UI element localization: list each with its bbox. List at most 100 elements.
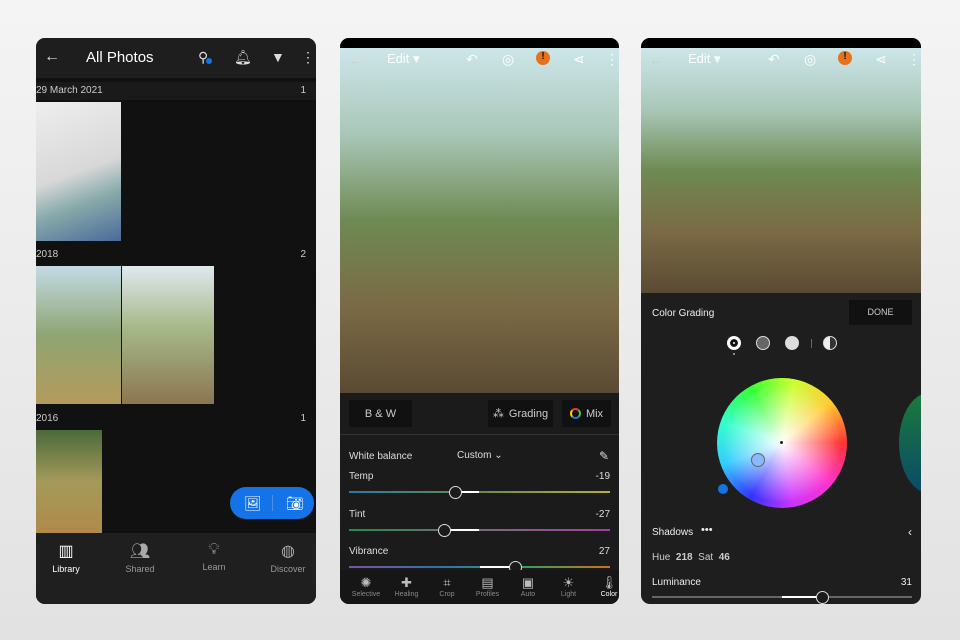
date-group-header: 29 March 2021 1 — [36, 82, 316, 100]
color-mix-icon — [569, 408, 581, 419]
color-swatch[interactable] — [718, 484, 728, 494]
edit-screen: ← Edit ▾ ↶ ◎ ! ⋖ ⋮ B & W ⁂ Grading Mix Wh… — [340, 38, 619, 604]
bell-icon[interactable]: 🔔︎ — [234, 50, 252, 64]
profiles-icon: ▤ — [481, 575, 494, 590]
color-grading-screen: ← Edit ▾ ↶ ◎ ! ⋖ ⋮ Color Grading DONE Sh… — [641, 38, 921, 604]
tool-crop[interactable]: ⌗ Crop — [427, 575, 467, 598]
photo-thumbnail[interactable] — [122, 266, 214, 404]
history-icon[interactable]: ◎ — [502, 52, 514, 66]
slider-value: -27 — [595, 508, 610, 520]
tint-slider[interactable] — [349, 523, 610, 537]
highlights-wheel-tab[interactable] — [785, 336, 799, 350]
add-photos-icon[interactable]: 🖼︎ — [244, 496, 262, 510]
hue-value: 218 — [675, 552, 693, 563]
light-icon: ☀ — [562, 575, 575, 590]
tool-profiles[interactable]: ▤ Profiles — [468, 575, 508, 598]
group-count: 2 — [300, 249, 306, 260]
luminance-value: 31 — [900, 577, 912, 588]
group-date: 2018 — [36, 249, 59, 260]
share-icon[interactable]: ⋖ — [875, 52, 887, 66]
region-label: Shadows — [652, 527, 694, 538]
page-title: All Photos — [86, 49, 154, 66]
history-icon[interactable]: ◎ — [804, 52, 816, 66]
color-wheel[interactable] — [717, 378, 847, 508]
auto-icon: ▣ — [521, 575, 535, 590]
slider-knob[interactable] — [448, 486, 462, 499]
done-button[interactable]: DONE — [849, 300, 912, 325]
slider-value: -19 — [595, 471, 610, 482]
selective-icon: ✺ — [360, 575, 372, 590]
vibrance-slider[interactable] — [349, 561, 610, 574]
nav-discover[interactable]: ◍ Discover — [258, 541, 316, 574]
bottom-nav: ▥ Library 👥︎ Shared 💡︎ Learn ◍ Discover — [36, 533, 316, 604]
back-arrow-icon[interactable]: ← — [44, 49, 60, 65]
temp-slider[interactable] — [349, 486, 610, 499]
shared-icon: 👥︎ — [129, 543, 151, 560]
mix-button[interactable]: Mix — [562, 400, 611, 427]
slider-knob[interactable] — [438, 523, 452, 537]
slider-label: Vibrance — [349, 546, 389, 557]
grading-button[interactable]: ⁂ Grading — [488, 400, 553, 427]
white-balance-dropdown[interactable]: Custom ⌄ — [457, 450, 503, 461]
luminance-slider[interactable] — [652, 591, 912, 604]
date-group-header: 2016 1 — [36, 410, 316, 428]
healing-icon: ✚ — [401, 575, 412, 590]
tool-color[interactable]: 🌡︎ Color — [589, 575, 619, 598]
photo-thumbnail[interactable] — [36, 102, 121, 241]
photo-preview — [340, 48, 619, 393]
photo-preview — [641, 48, 921, 293]
chevron-left-icon[interactable]: ‹ — [908, 525, 912, 539]
camera-icon[interactable]: 📷︎ — [286, 496, 304, 510]
eyedropper-icon[interactable]: ✎ — [599, 449, 609, 463]
group-date: 29 March 2021 — [36, 85, 103, 96]
add-photo-fab: 🖼︎ 📷︎ — [230, 487, 314, 519]
library-header: ← All Photos ⚲ 🔔︎ ▼ ⋮ — [36, 38, 316, 78]
more-icon[interactable]: ⋮ — [301, 50, 315, 64]
global-wheel-tab[interactable] — [823, 336, 837, 350]
photo-thumbnail[interactable] — [36, 430, 102, 533]
slider-label: Tint — [349, 508, 366, 520]
tool-healing[interactable]: ✚ Healing — [387, 575, 427, 598]
color-icon: 🌡︎ — [600, 575, 618, 590]
undo-icon[interactable]: ↶ — [768, 52, 780, 66]
search-people-icon[interactable]: ⚲ — [198, 50, 212, 64]
edit-mode-dropdown[interactable]: Edit ▾ — [387, 51, 420, 67]
slider-label: Temp — [349, 471, 374, 482]
warning-icon[interactable]: ! — [838, 51, 852, 65]
edit-header: ← Edit ▾ ↶ ◎ ! ⋖ ⋮ — [340, 48, 619, 70]
tool-light[interactable]: ☀ Light — [549, 575, 589, 598]
nav-learn[interactable]: 💡︎ Learn — [184, 541, 244, 572]
back-arrow-icon[interactable]: ← — [649, 53, 663, 67]
group-date: 2016 — [36, 413, 59, 424]
shadows-wheel-tab[interactable] — [727, 336, 741, 350]
more-icon[interactable]: ⋮ — [907, 52, 921, 66]
warning-icon[interactable]: ! — [536, 51, 550, 65]
filter-icon[interactable]: ▼ — [271, 50, 285, 64]
nav-library[interactable]: ▥ Library — [36, 541, 96, 574]
more-icon[interactable]: ⋮ — [605, 52, 619, 66]
library-screen: ← All Photos ⚲ 🔔︎ ▼ ⋮ 29 March 2021 1 201… — [36, 38, 316, 604]
slider-value: 27 — [598, 546, 610, 557]
edit-header: ← Edit ▾ ↶ ◎ ! ⋖ ⋮ — [641, 48, 921, 70]
bw-button[interactable]: B & W — [349, 400, 412, 427]
more-dots-icon[interactable]: ••• — [701, 524, 713, 536]
tool-selective[interactable]: ✺ Selective — [346, 575, 386, 598]
learn-icon: 💡︎ — [208, 541, 220, 558]
grading-icon: ⁂ — [492, 408, 504, 420]
tool-auto[interactable]: ▣ Auto — [508, 575, 548, 598]
color-wheel-handle[interactable] — [751, 453, 765, 467]
panel-title: Color Grading — [652, 308, 715, 319]
back-arrow-icon[interactable]: ← — [348, 53, 362, 67]
date-group-header: 2018 2 — [36, 246, 316, 264]
group-count: 1 — [300, 413, 306, 424]
library-icon: ▥ — [58, 543, 74, 560]
photo-thumbnail[interactable] — [36, 266, 121, 404]
undo-icon[interactable]: ↶ — [466, 52, 478, 66]
midtones-wheel-tab[interactable] — [756, 336, 770, 350]
group-count: 1 — [300, 85, 306, 96]
luminance-label: Luminance — [652, 577, 701, 588]
crop-icon: ⌗ — [443, 575, 451, 590]
nav-shared[interactable]: 👥︎ Shared — [110, 541, 170, 574]
edit-mode-dropdown[interactable]: Edit ▾ — [688, 51, 721, 67]
share-icon[interactable]: ⋖ — [573, 52, 585, 66]
